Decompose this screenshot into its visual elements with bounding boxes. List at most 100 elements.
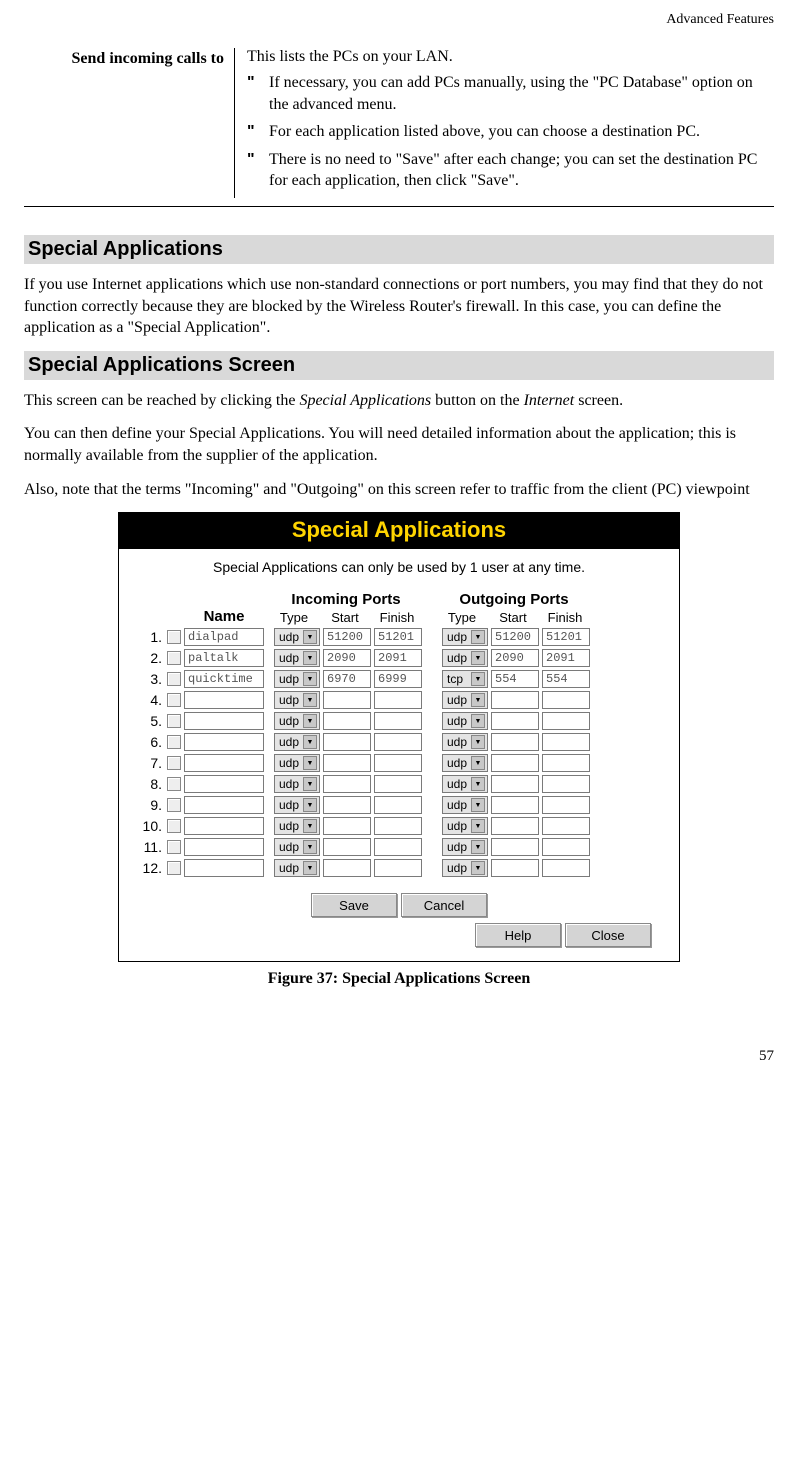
incoming-start-input[interactable] [323, 649, 371, 667]
enable-checkbox[interactable] [167, 693, 181, 707]
name-input[interactable] [184, 628, 264, 646]
enable-checkbox[interactable] [167, 714, 181, 728]
enable-checkbox[interactable] [167, 777, 181, 791]
outgoing-start-input[interactable] [491, 670, 539, 688]
incoming-type-select[interactable]: udp▼ [274, 838, 320, 856]
outgoing-start-input[interactable] [491, 628, 539, 646]
incoming-type-select[interactable]: udp▼ [274, 649, 320, 667]
name-input[interactable] [184, 670, 264, 688]
incoming-type-select[interactable]: udp▼ [274, 691, 320, 709]
outgoing-type-select[interactable]: udp▼ [442, 691, 488, 709]
outgoing-type-select[interactable]: udp▼ [442, 859, 488, 877]
incoming-start-input[interactable] [323, 775, 371, 793]
outgoing-start-input[interactable] [491, 838, 539, 856]
outgoing-type-select[interactable]: udp▼ [442, 796, 488, 814]
incoming-finish-input[interactable] [374, 712, 422, 730]
incoming-start-input[interactable] [323, 733, 371, 751]
incoming-start-input[interactable] [323, 817, 371, 835]
incoming-type-select[interactable]: udp▼ [274, 712, 320, 730]
outgoing-finish-input[interactable] [542, 712, 590, 730]
enable-checkbox[interactable] [167, 840, 181, 854]
outgoing-start-input[interactable] [491, 691, 539, 709]
name-input[interactable] [184, 733, 264, 751]
incoming-start-input[interactable] [323, 691, 371, 709]
incoming-type-select[interactable]: udp▼ [274, 775, 320, 793]
incoming-start-input[interactable] [323, 712, 371, 730]
outgoing-type-select[interactable]: tcp▼ [442, 670, 488, 688]
outgoing-type-select[interactable]: udp▼ [442, 628, 488, 646]
outgoing-finish-input[interactable] [542, 733, 590, 751]
incoming-type-select[interactable]: udp▼ [274, 859, 320, 877]
incoming-finish-input[interactable] [374, 670, 422, 688]
name-input[interactable] [184, 691, 264, 709]
cancel-button[interactable]: Cancel [401, 893, 487, 917]
outgoing-type-select[interactable]: udp▼ [442, 712, 488, 730]
incoming-type-select[interactable]: udp▼ [274, 670, 320, 688]
close-button[interactable]: Close [565, 923, 651, 947]
incoming-finish-input[interactable] [374, 796, 422, 814]
outgoing-finish-input[interactable] [542, 775, 590, 793]
outgoing-finish-input[interactable] [542, 649, 590, 667]
outgoing-finish-input[interactable] [542, 859, 590, 877]
outgoing-start-input[interactable] [491, 733, 539, 751]
name-input[interactable] [184, 754, 264, 772]
name-input[interactable] [184, 859, 264, 877]
incoming-start-input[interactable] [323, 628, 371, 646]
outgoing-finish-input[interactable] [542, 754, 590, 772]
enable-checkbox[interactable] [167, 735, 181, 749]
save-button[interactable]: Save [311, 893, 397, 917]
incoming-start-input[interactable] [323, 754, 371, 772]
outgoing-start-input[interactable] [491, 775, 539, 793]
outgoing-start-input[interactable] [491, 817, 539, 835]
outgoing-type-select[interactable]: udp▼ [442, 754, 488, 772]
incoming-finish-input[interactable] [374, 649, 422, 667]
incoming-finish-input[interactable] [374, 859, 422, 877]
enable-checkbox[interactable] [167, 651, 181, 665]
outgoing-finish-input[interactable] [542, 817, 590, 835]
incoming-start-input[interactable] [323, 670, 371, 688]
outgoing-finish-input[interactable] [542, 796, 590, 814]
name-input[interactable] [184, 649, 264, 667]
incoming-finish-input[interactable] [374, 775, 422, 793]
incoming-start-input[interactable] [323, 838, 371, 856]
incoming-type-select[interactable]: udp▼ [274, 817, 320, 835]
name-input[interactable] [184, 817, 264, 835]
outgoing-start-input[interactable] [491, 859, 539, 877]
incoming-type-select[interactable]: udp▼ [274, 733, 320, 751]
outgoing-finish-input[interactable] [542, 670, 590, 688]
outgoing-start-input[interactable] [491, 712, 539, 730]
outgoing-type-select[interactable]: udp▼ [442, 775, 488, 793]
incoming-start-input[interactable] [323, 859, 371, 877]
outgoing-type-select[interactable]: udp▼ [442, 838, 488, 856]
incoming-type-select[interactable]: udp▼ [274, 796, 320, 814]
outgoing-start-input[interactable] [491, 754, 539, 772]
incoming-finish-input[interactable] [374, 733, 422, 751]
outgoing-type-select[interactable]: udp▼ [442, 649, 488, 667]
incoming-type-select[interactable]: udp▼ [274, 754, 320, 772]
outgoing-type-select[interactable]: udp▼ [442, 733, 488, 751]
incoming-finish-input[interactable] [374, 817, 422, 835]
enable-checkbox[interactable] [167, 672, 181, 686]
incoming-type-select[interactable]: udp▼ [274, 628, 320, 646]
enable-checkbox[interactable] [167, 756, 181, 770]
enable-checkbox[interactable] [167, 798, 181, 812]
name-input[interactable] [184, 775, 264, 793]
outgoing-finish-input[interactable] [542, 838, 590, 856]
enable-checkbox[interactable] [167, 861, 181, 875]
incoming-finish-input[interactable] [374, 691, 422, 709]
name-input[interactable] [184, 712, 264, 730]
incoming-start-input[interactable] [323, 796, 371, 814]
name-input[interactable] [184, 796, 264, 814]
outgoing-finish-input[interactable] [542, 628, 590, 646]
incoming-finish-input[interactable] [374, 838, 422, 856]
outgoing-start-input[interactable] [491, 796, 539, 814]
enable-checkbox[interactable] [167, 630, 181, 644]
enable-checkbox[interactable] [167, 819, 181, 833]
outgoing-finish-input[interactable] [542, 691, 590, 709]
outgoing-start-input[interactable] [491, 649, 539, 667]
name-input[interactable] [184, 838, 264, 856]
help-button[interactable]: Help [475, 923, 561, 947]
incoming-finish-input[interactable] [374, 628, 422, 646]
outgoing-type-select[interactable]: udp▼ [442, 817, 488, 835]
incoming-finish-input[interactable] [374, 754, 422, 772]
